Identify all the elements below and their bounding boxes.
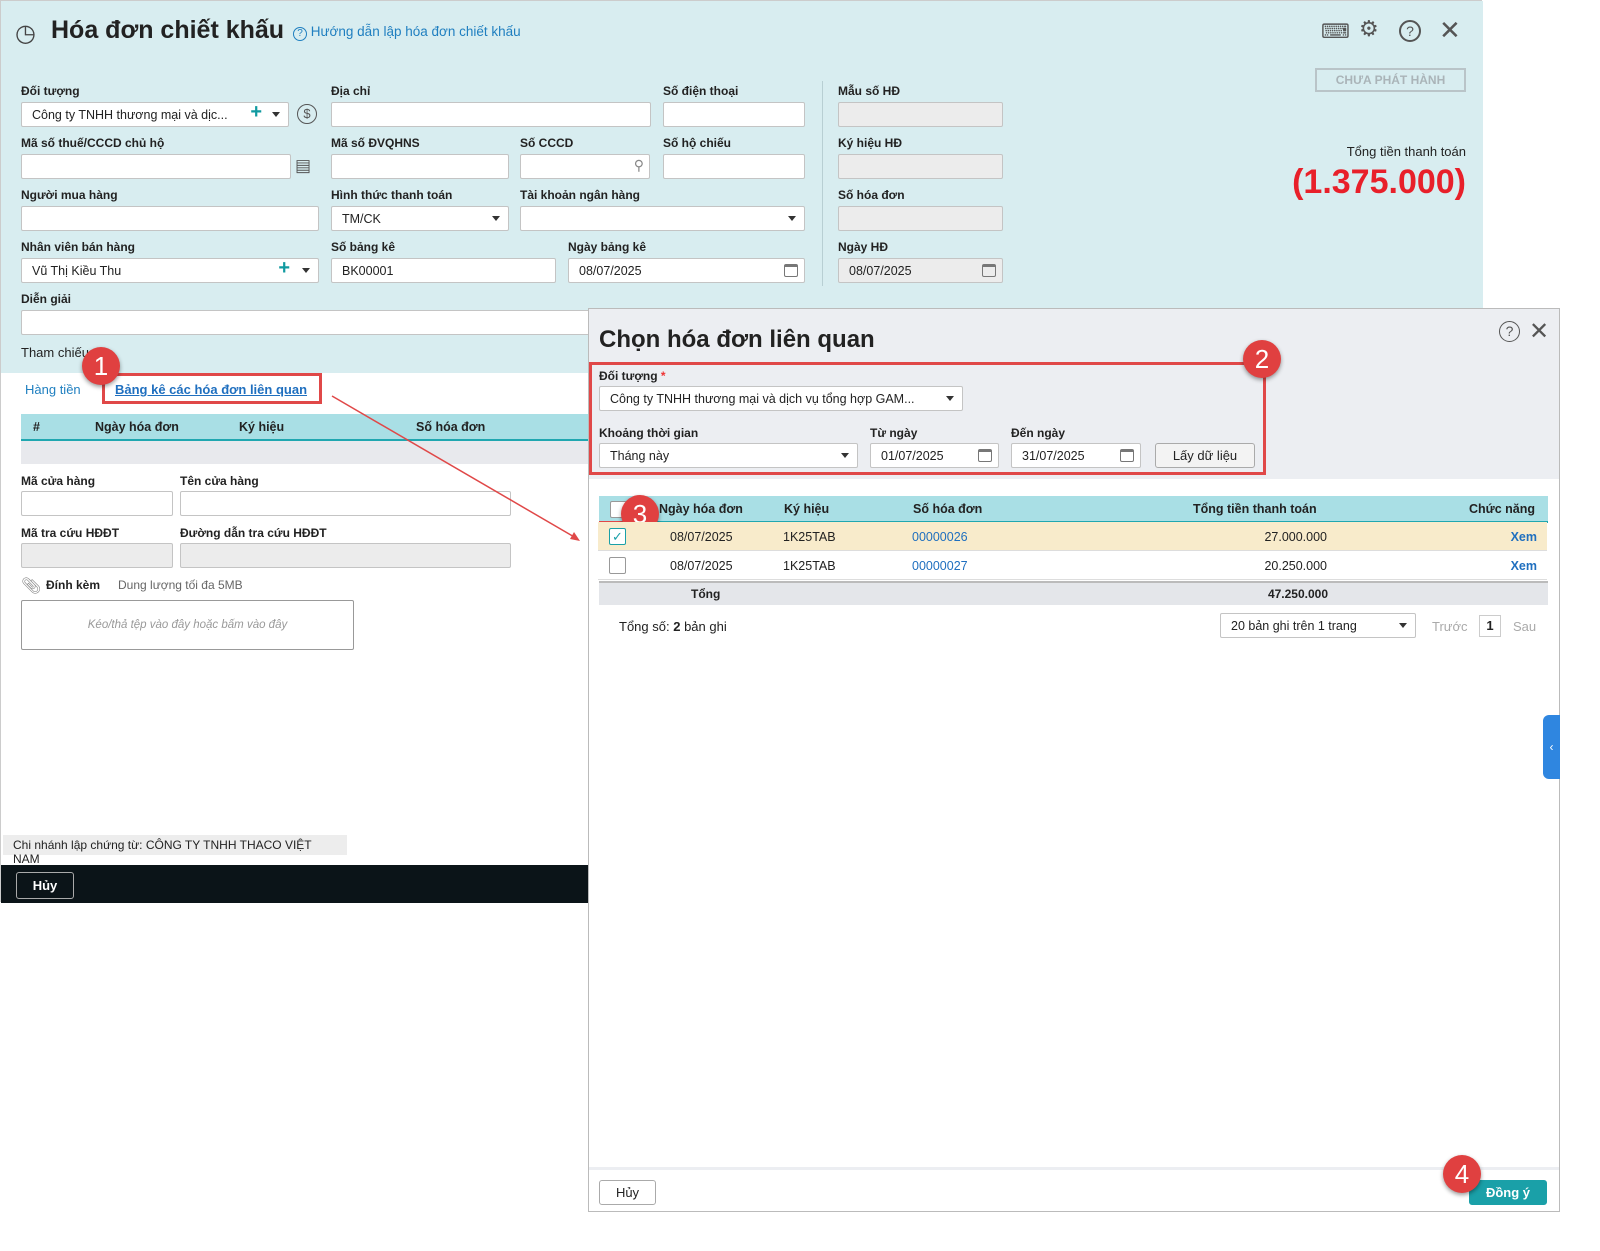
cell-total: 20.250.000 bbox=[1264, 559, 1327, 573]
cell-date: 08/07/2025 bbox=[670, 530, 733, 544]
cell-date: 08/07/2025 bbox=[670, 559, 733, 573]
view-link[interactable]: Xem bbox=[1511, 530, 1537, 544]
cell-symbol: 1K25TAB bbox=[783, 559, 836, 573]
cell-total: 27.000.000 bbox=[1264, 530, 1327, 544]
cell-symbol: 1K25TAB bbox=[783, 530, 836, 544]
cell-invoice-number[interactable]: 00000026 bbox=[912, 530, 968, 544]
highlight-box-2 bbox=[589, 362, 1266, 475]
step-badge-2: 2 bbox=[1243, 340, 1281, 378]
annotation-arrow bbox=[331, 395, 580, 541]
row-checkbox[interactable] bbox=[609, 557, 626, 574]
highlight-box-1 bbox=[102, 373, 322, 404]
view-link[interactable]: Xem bbox=[1511, 559, 1537, 573]
table-row[interactable]: 08/07/2025 1K25TAB 00000027 20.250.000 X… bbox=[598, 551, 1547, 580]
cell-invoice-number[interactable]: 00000027 bbox=[912, 559, 968, 573]
table-row[interactable]: ✓ 08/07/2025 1K25TAB 00000026 27.000.000… bbox=[598, 522, 1547, 551]
step-badge-4: 4 bbox=[1443, 1155, 1481, 1193]
step-badge-1: 1 bbox=[82, 347, 120, 385]
row-checkbox[interactable]: ✓ bbox=[609, 528, 626, 545]
